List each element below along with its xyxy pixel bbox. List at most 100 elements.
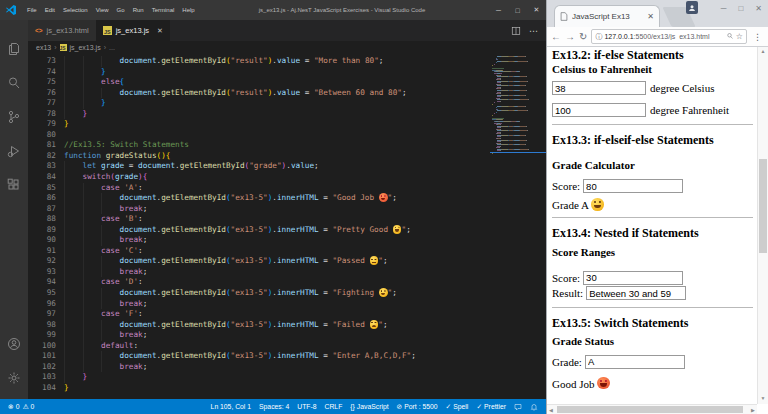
warnings-indicator[interactable]: ⚠0 [22,403,34,411]
run-debug-icon[interactable] [3,134,25,168]
scroll-up-icon[interactable]: ▲ [758,47,768,57]
code-line[interactable]: 83let grade = document.getElementById("g… [28,161,490,172]
text-input[interactable] [552,103,646,117]
close-icon[interactable]: ✕ [755,4,762,13]
account-icon[interactable] [3,327,25,361]
bell-icon[interactable] [530,403,538,411]
code-line[interactable]: 73document.getElementById("result").valu… [28,56,490,67]
code-line[interactable]: 90break; [28,235,490,246]
text-input[interactable] [552,81,646,95]
breadcrumb[interactable]: ex13 › JS js_ex13.js › ... [28,41,546,54]
code-line[interactable]: 95document.getElementById("ex13-5").inne… [28,288,490,299]
maximize-icon[interactable]: □ [738,4,743,13]
code-line[interactable]: 89document.getElementById("ex13-5").inne… [28,225,490,236]
status-eol[interactable]: CRLF [325,403,343,410]
error-icon: ⊗ [8,403,14,411]
minimap[interactable] [492,56,534,155]
search-icon[interactable] [3,66,25,100]
status-language[interactable]: {}JavaScript [350,403,388,410]
forward-icon[interactable]: → [565,32,575,42]
extensions-icon[interactable] [3,168,25,202]
profile-avatar[interactable] [686,1,698,14]
code-line[interactable]: 99break; [28,330,490,341]
scrollbar-thumb[interactable] [557,406,743,413]
code-line[interactable]: 82function gradeStatus(){ [28,151,490,162]
info-icon[interactable]: ⓘ [595,32,602,42]
code-line[interactable]: 77} [28,98,490,109]
code-line[interactable]: 103} [28,372,490,383]
close-icon[interactable]: ✕ [527,6,546,14]
code-line[interactable]: 81//Ex13.5: Switch Statements [28,140,490,151]
maximize-icon[interactable]: □ [508,7,527,14]
browser-tab[interactable]: JavaScript Ex13 ✕ [554,5,660,27]
settings-gear-icon[interactable] [3,361,25,395]
code-line[interactable]: 92document.getElementById("ex13-5").inne… [28,256,490,267]
text-input[interactable] [585,355,685,369]
code-line[interactable]: 85case 'A': [28,183,490,194]
minimize-icon[interactable]: ─ [721,4,727,13]
code-line[interactable]: 100default: [28,341,490,352]
code-line[interactable]: 75else{ [28,77,490,88]
text-input[interactable] [586,286,686,300]
code-line[interactable]: 102break; [28,362,490,373]
status-prettier[interactable]: ✓Prettier [476,403,506,411]
scroll-right-icon[interactable]: ▶ [749,407,757,413]
status-spell[interactable]: ✓Spell [446,403,469,411]
tab-js-ex13-html[interactable]: <> js_ex13.html [28,20,96,41]
vertical-scrollbar[interactable]: ▲ ▼ [757,47,768,404]
menu-terminal[interactable]: Terminal [148,7,179,13]
text-input[interactable] [583,179,683,193]
code-line[interactable]: 94case 'D': [28,277,490,288]
explorer-icon[interactable] [3,32,25,66]
code-line[interactable]: 74} [28,67,490,78]
source-control-icon[interactable] [3,100,25,134]
code-line[interactable]: 101document.getElementById("ex13-5").inn… [28,351,490,362]
menu-view[interactable]: View [92,7,113,13]
menu-go[interactable]: Go [113,7,129,13]
status-line-col[interactable]: Ln 105, Col 1 [211,403,251,410]
feedback-icon[interactable] [514,403,522,411]
scroll-down-icon[interactable]: ▼ [758,394,768,404]
code-line[interactable]: 80 [28,130,490,141]
reload-icon[interactable]: ↻ [579,32,587,42]
horizontal-scrollbar[interactable]: ◀ ▶ [547,404,757,414]
code-line[interactable]: 88case 'B': [28,214,490,225]
status-port[interactable]: ⊘Port : 5500 [397,403,438,411]
code-line[interactable]: 86document.getElementById("ex13-5").inne… [28,193,490,204]
scrollbar-thumb[interactable] [759,159,767,253]
tab-close-icon[interactable]: ✕ [647,12,654,21]
code-line[interactable]: 97case 'F': [28,309,490,320]
zoom-icon[interactable] [726,32,734,42]
browser-menu-icon[interactable]: ⋮ [751,32,764,42]
menu-file[interactable]: File [23,7,41,13]
tab-close-icon[interactable]: ✕ [157,27,163,35]
code-line[interactable]: 96break; [28,299,490,310]
code-line[interactable]: 104} [28,383,490,394]
code-line[interactable]: 93break; [28,267,490,278]
code-line[interactable]: 98document.getElementById("ex13-5").inne… [28,320,490,331]
menu-edit[interactable]: Edit [41,7,59,13]
minimize-icon[interactable]: ─ [489,7,508,14]
code-line[interactable]: 87break; [28,204,490,215]
address-bar[interactable]: ⓘ 127.0.0.1:5500/ex13/js_ex13.html ☆ [591,29,747,44]
menu-help[interactable]: Help [178,7,198,13]
code-line[interactable]: 76document.getElementById("result").valu… [28,88,490,99]
split-editor-icon[interactable] [511,26,521,36]
input-label: degree Celsius [650,82,714,94]
bookmark-star-icon[interactable]: ☆ [736,32,743,41]
menu-selection[interactable]: Selection [59,7,92,13]
status-spaces[interactable]: Spaces: 4 [259,403,289,410]
text-input[interactable] [583,271,683,285]
code-line[interactable]: 84switch(grade){ [28,172,490,183]
code-line[interactable]: 78} [28,109,490,120]
code-line[interactable]: 79} [28,119,490,130]
more-actions-icon[interactable]: ⋯ [529,26,538,36]
menu-run[interactable]: Run [129,7,148,13]
code-line[interactable]: 91case 'C': [28,246,490,257]
tab-js-ex13-js[interactable]: JS js_ex13.js ✕ [96,20,170,41]
status-encoding[interactable]: UTF-8 [297,403,316,410]
errors-indicator[interactable]: ⊗0 [8,403,19,411]
back-icon[interactable]: ← [551,32,561,42]
scroll-left-icon[interactable]: ◀ [547,407,555,413]
code-editor[interactable]: 73document.getElementById("result").valu… [28,54,546,399]
